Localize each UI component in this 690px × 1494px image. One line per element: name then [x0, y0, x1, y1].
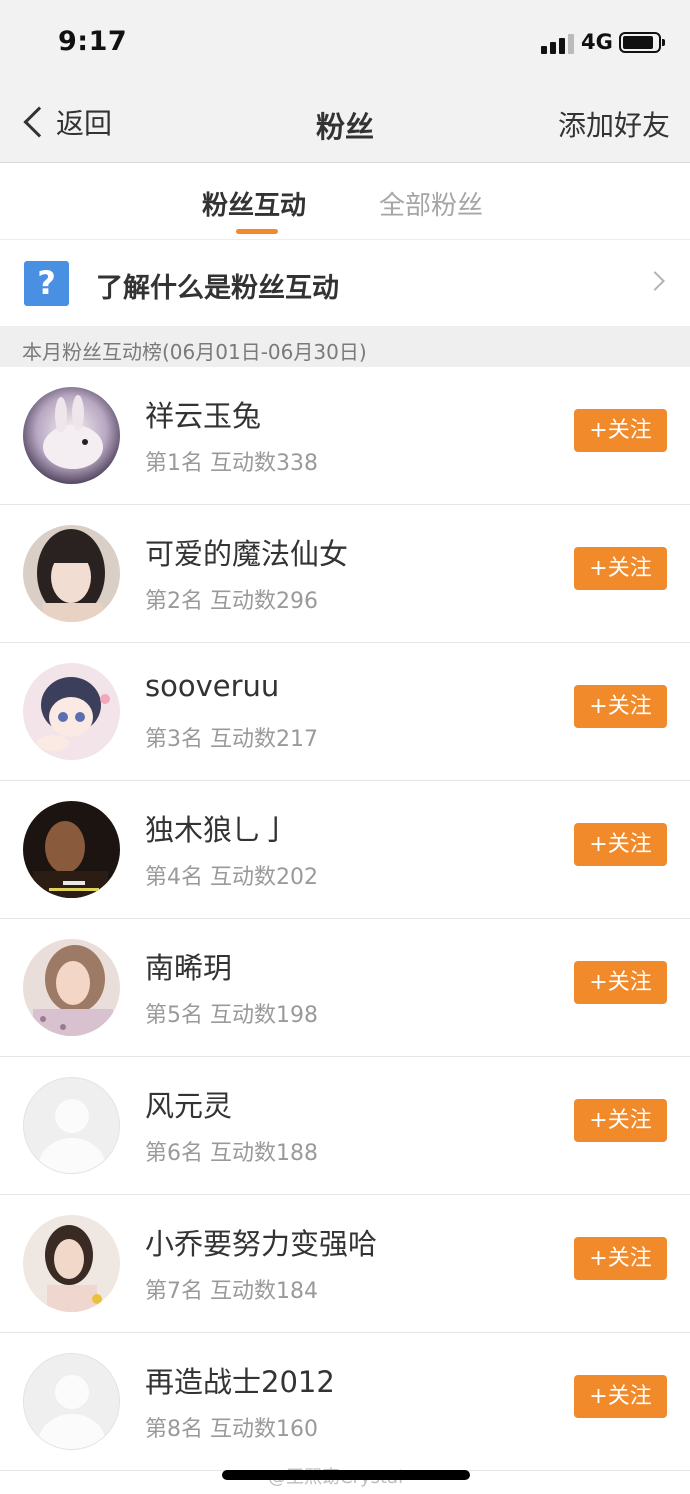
nav-bar: 返回 粉丝 添加好友 [0, 82, 690, 163]
fan-name: sooveruu [145, 669, 280, 703]
fan-rank-stat: 第6名 互动数188 [145, 1141, 318, 1166]
status-bar: 9:17 4G [0, 0, 690, 82]
tab-bar: 粉丝互动 全部粉丝 [0, 163, 690, 240]
fan-name: 祥云玉兔 [145, 399, 262, 433]
fan-list-item[interactable]: 小乔要努力变强哈 第7名 互动数184 +关注 [0, 1195, 690, 1333]
question-icon: ? [24, 261, 69, 306]
fan-name: 独木狼乚亅 [145, 813, 291, 847]
fan-rank-stat: 第1名 互动数338 [145, 451, 318, 476]
fan-list-item[interactable]: 独木狼乚亅 第4名 互动数202 +关注 [0, 781, 690, 919]
avatar [23, 387, 120, 484]
follow-button[interactable]: +关注 [574, 823, 667, 866]
info-text: 了解什么是粉丝互动 [96, 273, 339, 304]
network-label: 4G [581, 30, 613, 54]
fan-interaction-info-row[interactable]: ? 了解什么是粉丝互动 [0, 240, 690, 326]
fan-rank-stat: 第8名 互动数160 [145, 1417, 318, 1442]
ranking-section-header: 本月粉丝互动榜(06月01日-06月30日) [0, 326, 690, 367]
fan-rank-stat: 第2名 互动数296 [145, 589, 318, 614]
home-indicator[interactable] [222, 1470, 470, 1480]
section-title: 本月粉丝互动榜(06月01日-06月30日) [22, 340, 367, 364]
fan-list-item[interactable]: 再造战士2012 第8名 互动数160 +关注 [0, 1333, 690, 1471]
fan-list: 祥云玉兔 第1名 互动数338 +关注 可爱的魔法仙女 第2名 互动数296 +… [0, 367, 690, 1471]
fan-rank-stat: 第3名 互动数217 [145, 727, 318, 752]
status-time: 9:17 [58, 26, 128, 57]
add-friend-button[interactable]: 添加好友 [558, 104, 670, 144]
fan-name: 小乔要努力变强哈 [145, 1227, 378, 1261]
tab-all-fans[interactable]: 全部粉丝 [379, 185, 483, 222]
fan-name: 再造战士2012 [145, 1365, 335, 1399]
follow-button[interactable]: +关注 [574, 685, 667, 728]
fan-name: 南晞玥 [145, 951, 233, 985]
signal-icon [541, 32, 575, 54]
fan-rank-stat: 第4名 互动数202 [145, 865, 318, 890]
default-avatar-icon [23, 1077, 120, 1174]
fan-list-item[interactable]: 风元灵 第6名 互动数188 +关注 [0, 1057, 690, 1195]
tab-fan-interaction[interactable]: 粉丝互动 [202, 185, 306, 222]
follow-button[interactable]: +关注 [574, 409, 667, 452]
fan-list-item[interactable]: 可爱的魔法仙女 第2名 互动数296 +关注 [0, 505, 690, 643]
avatar [23, 663, 120, 760]
avatar [23, 525, 120, 622]
avatar [23, 801, 120, 898]
follow-button[interactable]: +关注 [574, 1237, 667, 1280]
fan-rank-stat: 第5名 互动数198 [145, 1003, 318, 1028]
default-avatar-icon [23, 1353, 120, 1450]
battery-icon [619, 32, 665, 53]
avatar [23, 1215, 120, 1312]
fan-name: 风元灵 [145, 1089, 233, 1123]
follow-button[interactable]: +关注 [574, 1375, 667, 1418]
chevron-right-icon [645, 271, 665, 291]
fan-list-item[interactable]: 南晞玥 第5名 互动数198 +关注 [0, 919, 690, 1057]
fan-name: 可爱的魔法仙女 [145, 537, 349, 571]
fan-list-item[interactable]: 祥云玉兔 第1名 互动数338 +关注 [0, 367, 690, 505]
follow-button[interactable]: +关注 [574, 547, 667, 590]
follow-button[interactable]: +关注 [574, 961, 667, 1004]
fan-list-item[interactable]: sooveruu 第3名 互动数217 +关注 [0, 643, 690, 781]
tab-indicator [236, 229, 278, 234]
follow-button[interactable]: +关注 [574, 1099, 667, 1142]
avatar [23, 939, 120, 1036]
fan-rank-stat: 第7名 互动数184 [145, 1279, 318, 1304]
